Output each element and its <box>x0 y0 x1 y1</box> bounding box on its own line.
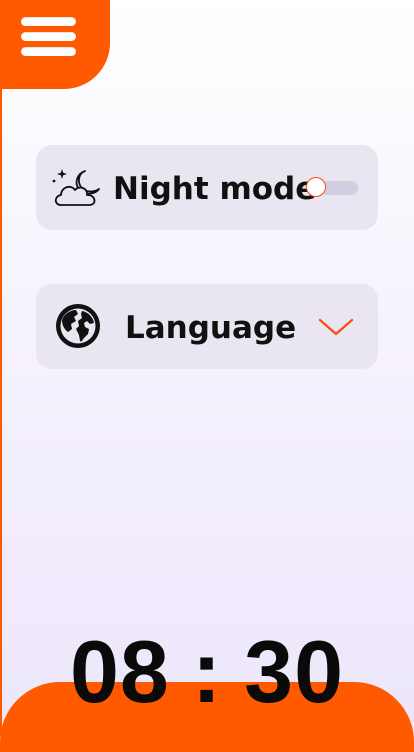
clock-display: 08:30 <box>0 622 414 722</box>
night-mode-label: Night mode <box>113 171 317 207</box>
hamburger-menu-icon-bar-middle <box>21 32 76 41</box>
clock-hours: 08 <box>69 622 170 721</box>
language-card[interactable]: Language <box>36 284 378 369</box>
cloud-moon-icon <box>52 169 100 206</box>
hamburger-menu-icon-bar-bottom <box>21 47 76 56</box>
night-mode-toggle[interactable] <box>306 176 360 200</box>
menu-button[interactable] <box>0 0 110 89</box>
toggle-knob <box>306 177 326 197</box>
clock-separator: : <box>191 622 223 721</box>
hamburger-menu-icon-bar-top <box>21 17 76 26</box>
chevron-down-icon[interactable] <box>318 317 354 337</box>
language-label: Language <box>125 310 297 346</box>
night-mode-card: Night mode <box>36 145 378 230</box>
clock-minutes: 30 <box>244 622 345 721</box>
globe-icon <box>56 304 100 348</box>
